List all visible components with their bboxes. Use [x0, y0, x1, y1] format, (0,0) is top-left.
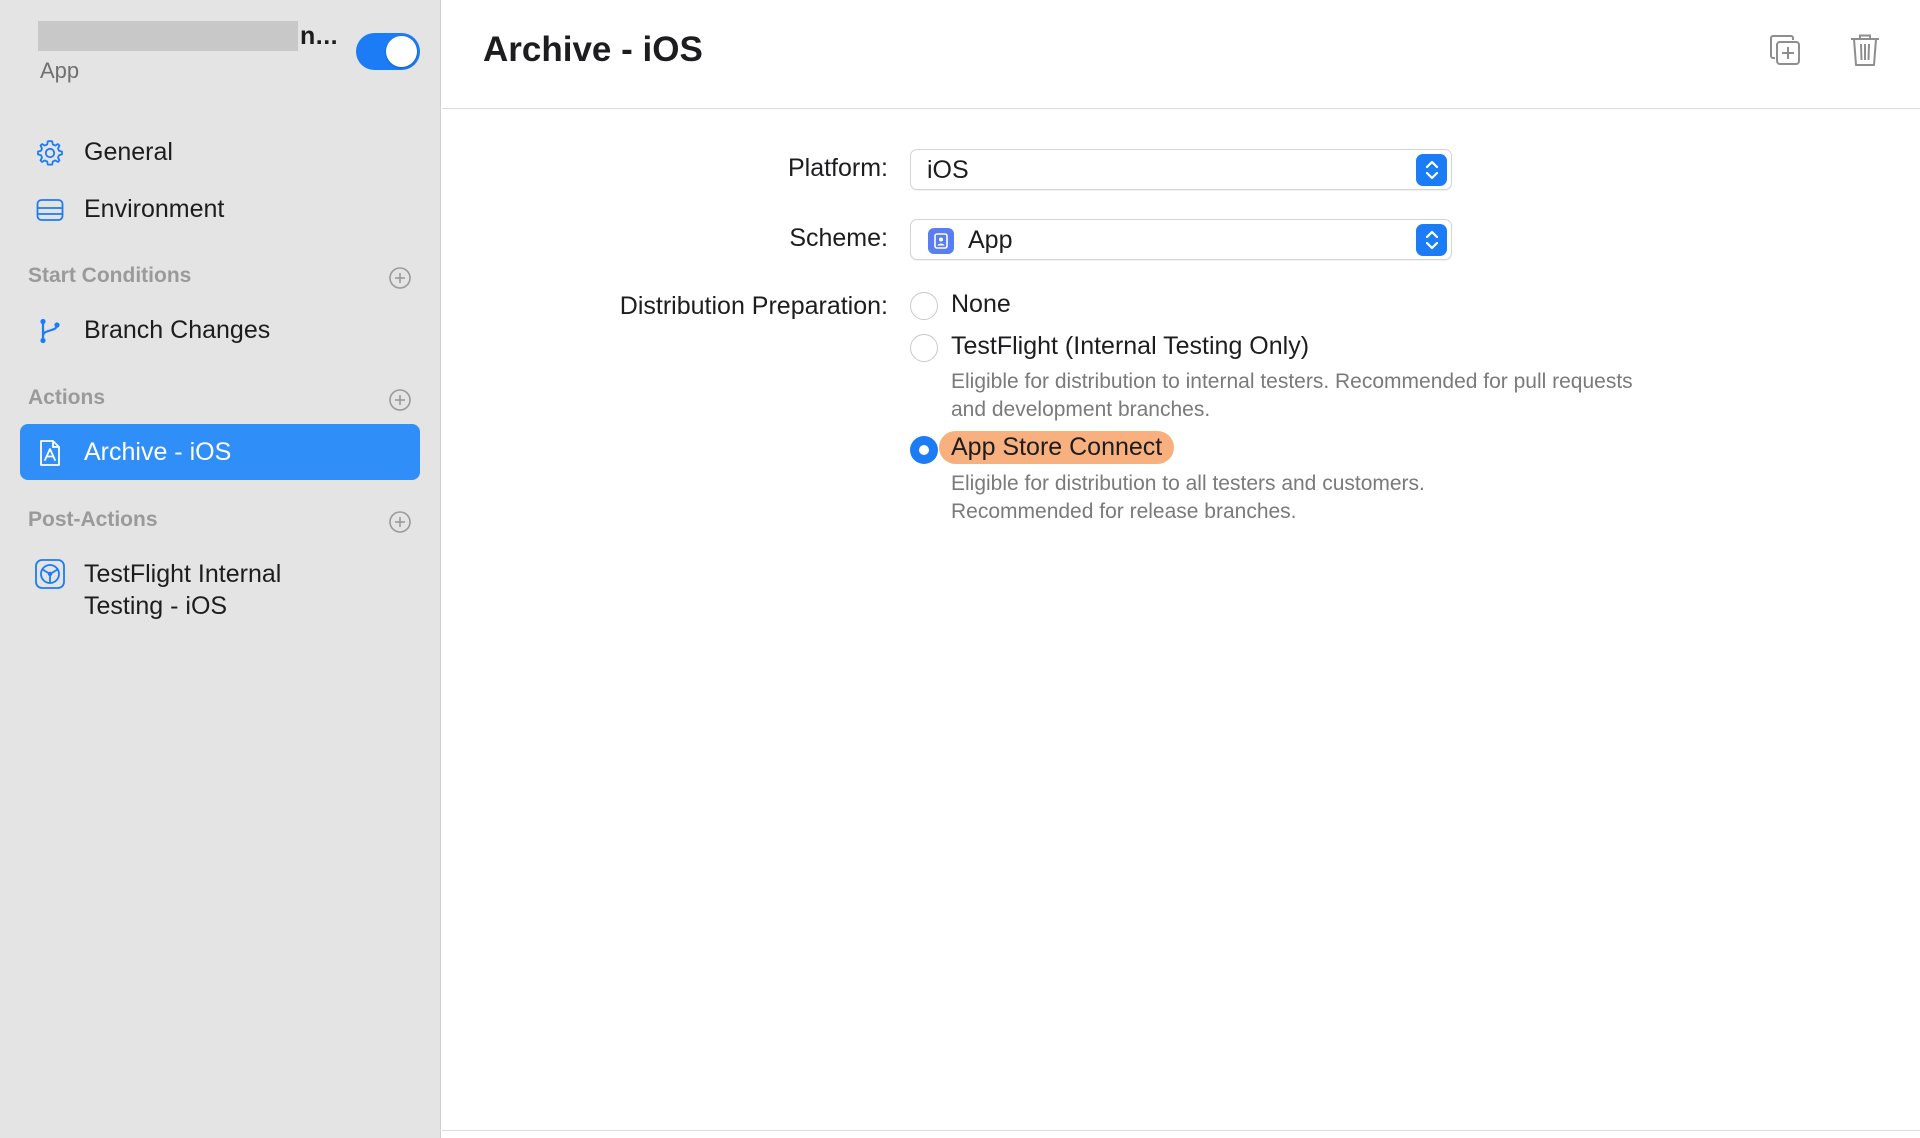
chevron-up-down-icon [1416, 154, 1447, 186]
option-label: TestFlight (Internal Testing Only) [951, 332, 1310, 360]
sidebar-item-testflight-internal[interactable]: TestFlight Internal Testing - iOS [20, 548, 420, 628]
sidebar-item-label: Archive - iOS [84, 437, 232, 466]
add-action-icon[interactable] [388, 388, 412, 412]
workflow-enabled-toggle[interactable] [356, 33, 420, 70]
scheme-app-icon [928, 228, 954, 254]
server-icon [34, 194, 66, 226]
sidebar-item-label-line1: TestFlight Internal [84, 560, 282, 588]
scheme-label: Scheme: [789, 224, 888, 252]
chevron-up-down-icon [1416, 224, 1447, 256]
option-label: None [951, 290, 1011, 318]
redacted-name [38, 21, 298, 51]
section-post-actions: Post-Actions [28, 508, 411, 536]
toolbar: Archive - iOS [442, 0, 1920, 109]
main-panel: Archive - iOS Platform: iOS Scheme: App … [442, 0, 1920, 1138]
workflow-name[interactable]: n... [38, 20, 338, 52]
toggle-knob [386, 36, 417, 67]
page-title: Archive - iOS [483, 30, 703, 69]
sidebar-item-archive-ios[interactable]: Archive - iOS [20, 424, 420, 480]
scheme-select[interactable]: App [910, 219, 1452, 260]
section-actions: Actions [28, 386, 411, 414]
option-label: App Store Connect [939, 431, 1175, 464]
platform-select[interactable]: iOS [910, 149, 1452, 190]
sidebar: n... App General Environment Start Condi… [0, 0, 441, 1138]
sidebar-item-environment[interactable]: Environment [20, 181, 420, 237]
platform-label: Platform: [787, 154, 888, 182]
sidebar-item-general[interactable]: General [20, 124, 420, 180]
duplicate-button[interactable] [1765, 32, 1805, 72]
branch-icon [34, 315, 66, 347]
gear-icon [34, 137, 66, 169]
sidebar-item-label: General [84, 137, 173, 166]
workflow-subtitle: App [40, 58, 80, 83]
section-title: Start Conditions [28, 264, 192, 287]
sidebar-item-label: Branch Changes [84, 315, 271, 344]
delete-button[interactable] [1845, 32, 1885, 72]
testflight-icon [34, 558, 66, 590]
option-description-line2: and development branches. [951, 398, 1211, 421]
section-title: Post-Actions [28, 508, 158, 531]
workflow-header: n... App [38, 20, 420, 90]
section-title: Actions [28, 386, 106, 409]
scheme-value: App [968, 226, 1013, 254]
workflow-name-suffix: n... [300, 21, 339, 50]
trash-icon [1848, 32, 1882, 73]
sidebar-item-branch-changes[interactable]: Branch Changes [20, 302, 420, 358]
add-start-condition-icon[interactable] [388, 266, 412, 290]
archive-app-icon [34, 437, 66, 469]
duplicate-icon [1767, 32, 1803, 73]
section-start-conditions: Start Conditions [28, 264, 411, 292]
radio-testflight[interactable] [910, 334, 938, 362]
sidebar-item-label: Environment [84, 194, 225, 223]
option-description-line1: Eligible for distribution to all testers… [951, 472, 1425, 495]
radio-none[interactable] [910, 292, 938, 320]
sidebar-item-label-line2: Testing - iOS [84, 592, 228, 620]
divider [442, 1130, 1920, 1131]
option-description: Eligible for distribution to all testers… [951, 470, 1771, 526]
add-post-action-icon[interactable] [388, 510, 412, 534]
option-description-line2: Recommended for release branches. [951, 500, 1297, 523]
platform-value: iOS [927, 156, 969, 184]
sidebar-item-label: TestFlight Internal Testing - iOS [84, 558, 281, 622]
option-description-line1: Eligible for distribution to internal te… [951, 370, 1633, 393]
distribution-label: Distribution Preparation: [619, 292, 888, 320]
option-description: Eligible for distribution to internal te… [951, 368, 1771, 424]
radio-app-store-connect[interactable] [910, 436, 938, 464]
